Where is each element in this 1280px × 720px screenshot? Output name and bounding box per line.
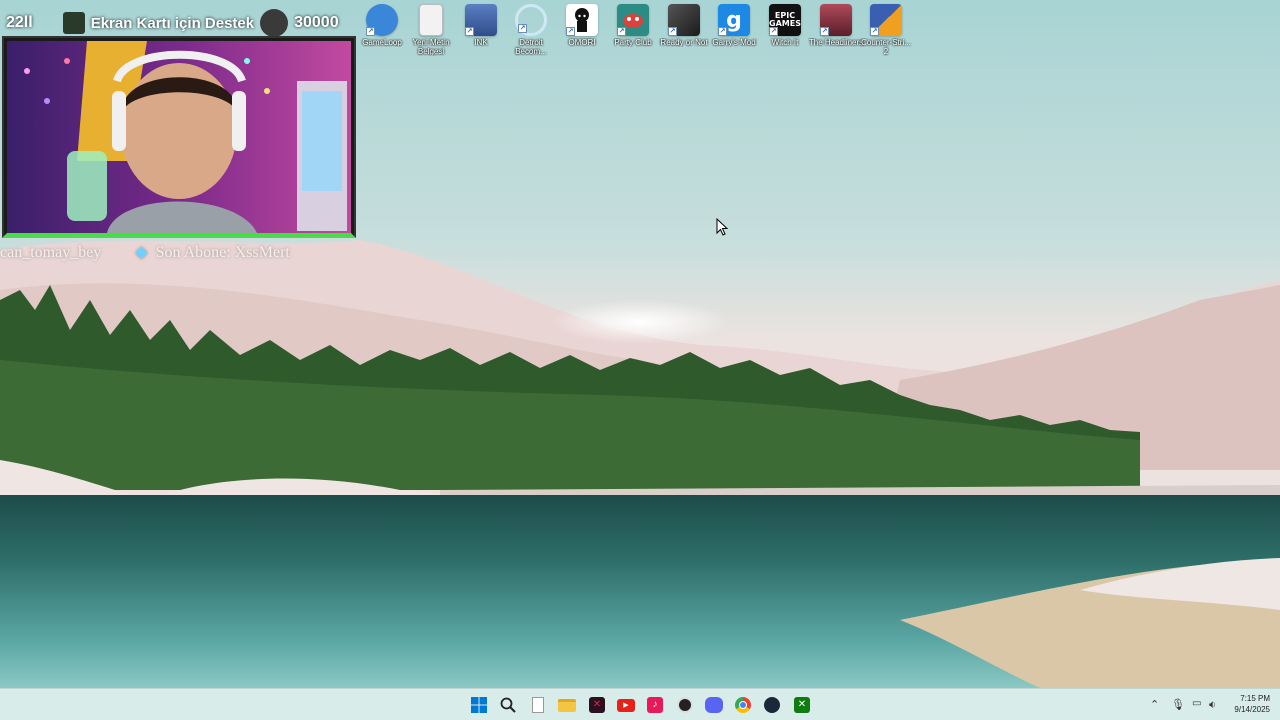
folder-icon	[558, 698, 576, 712]
text-document-icon	[419, 4, 443, 36]
stream-overlay-bar: 22ll Ekran Kartı için Destek 30000	[0, 6, 358, 40]
desktop-icon-label: Ready or Not	[660, 38, 708, 47]
microphone-icon[interactable]: 🎙︎	[1171, 698, 1185, 711]
epic-games-glyph: EPIC GAMES	[769, 11, 801, 28]
taskbar-obs[interactable]	[674, 694, 696, 716]
app-icon: ✕	[589, 697, 605, 713]
discord-icon	[705, 697, 723, 713]
taskbar-xbox[interactable]: ✕	[791, 694, 813, 716]
desktop-icon-label: Detroit Becom...	[515, 38, 547, 56]
counter-strike-icon: ↗	[870, 4, 902, 36]
desktop-icon-label: INK	[474, 38, 488, 47]
desktop-icon-label: Counter-Stri... 2	[861, 38, 911, 56]
taskbar-file-explorer[interactable]	[556, 694, 578, 716]
webcam-feed	[4, 38, 354, 236]
diamond-icon: ◆	[135, 244, 148, 261]
garrys-mod-icon: g ↗	[718, 4, 750, 36]
party-club-icon: ↗	[617, 4, 649, 36]
stream-ticker: can_tomay_bey ◆ Son Abone: XssMert	[0, 242, 360, 262]
headliners-icon: ↗	[820, 4, 852, 36]
headliners-shortcut[interactable]: ↗ The Headliners	[808, 4, 864, 62]
taskbar-tiktok[interactable]: ♪	[644, 694, 666, 716]
windows-icon	[471, 697, 487, 713]
text-document-shortcut[interactable]: Yeni Metin Belgesi	[406, 4, 456, 62]
mouse-cursor-icon	[716, 218, 728, 236]
epic-games-icon: EPIC GAMES ↗	[769, 4, 801, 36]
counter-strike-shortcut[interactable]: ↗ Counter-Stri... 2	[861, 4, 911, 62]
desktop-icon-label: OMORI	[568, 38, 596, 47]
taskbar-discord[interactable]	[703, 694, 725, 716]
omori-icon: ↗	[566, 4, 598, 36]
party-club-shortcut[interactable]: ↗ Party Club	[608, 4, 658, 62]
volume-icon[interactable]: 🔉︎	[1209, 698, 1216, 712]
ink-shortcut[interactable]: ↗ INK	[456, 4, 506, 62]
search-icon	[500, 697, 516, 713]
overlay-banner: Ekran Kartı için Destek	[90, 14, 255, 32]
ready-or-not-shortcut[interactable]: ↗ Ready or Not	[659, 4, 709, 62]
desktop-icon-label: Party Club	[614, 38, 652, 47]
crypto-coin-icon	[260, 9, 289, 37]
ticker-latest-subscriber: Son Abone: XssMert	[155, 244, 290, 261]
trophy-icon	[62, 12, 85, 34]
gameloop-icon: ↗	[366, 4, 398, 36]
witch-it-shortcut[interactable]: EPIC GAMES ↗ Witch It	[760, 4, 810, 62]
desktop-icon-label: GameLoop	[362, 38, 402, 47]
taskbar-app-dark[interactable]: ✕	[586, 694, 608, 716]
taskbar: ✕ ▶ ♪ ✕ ⌃ 🎙︎ ▭ 🔉︎ 7:15 PM 9/14/2025	[0, 688, 1280, 720]
taskbar-steam[interactable]	[761, 694, 783, 716]
desktop-icon-label: Yeni Metin Belgesi	[412, 38, 450, 56]
ready-or-not-icon: ↗	[668, 4, 700, 36]
ticker-left-text: can_tomay_bey	[0, 244, 102, 261]
obs-icon	[677, 697, 693, 713]
taskbar-clock[interactable]: 7:15 PM 9/14/2025	[1234, 693, 1270, 715]
tray-overflow-chevron-icon[interactable]: ⌃	[1150, 698, 1159, 711]
desktop-icon-label: Garry's Mod	[712, 38, 756, 47]
garrys-mod-shortcut[interactable]: g ↗ Garry's Mod	[709, 4, 759, 62]
youtube-icon: ▶	[617, 698, 635, 712]
start-button[interactable]	[468, 694, 490, 716]
desktop-icon-label: Witch It	[771, 38, 799, 47]
garrys-mod-glyph: g	[726, 7, 742, 33]
ink-game-icon: ↗	[465, 4, 497, 36]
clock-date: 9/14/2025	[1234, 705, 1270, 714]
taskbar-chrome[interactable]	[732, 694, 754, 716]
omori-shortcut[interactable]: ↗ OMORI	[557, 4, 607, 62]
webcam-image	[7, 41, 351, 233]
search-button[interactable]	[497, 694, 519, 716]
clock-time: 7:15 PM	[1240, 694, 1270, 703]
xbox-icon: ✕	[794, 697, 810, 713]
detroit-shortcut[interactable]: ↗ Detroit Becom...	[506, 4, 556, 62]
detroit-icon: ↗	[515, 4, 547, 36]
overlay-goal: 30000	[294, 14, 339, 31]
taskbar-youtube[interactable]: ▶	[615, 694, 637, 716]
gameloop-shortcut[interactable]: ↗ GameLoop	[357, 4, 407, 62]
viewer-count: 22ll	[6, 14, 33, 31]
network-icon[interactable]: ▭	[1192, 698, 1201, 709]
desktop-icon-label: The Headliners	[808, 38, 864, 47]
tiktok-icon: ♪	[647, 697, 663, 713]
taskbar-notepad[interactable]	[527, 694, 549, 716]
steam-icon	[764, 697, 780, 713]
document-icon	[532, 697, 544, 713]
chrome-icon	[735, 697, 751, 713]
